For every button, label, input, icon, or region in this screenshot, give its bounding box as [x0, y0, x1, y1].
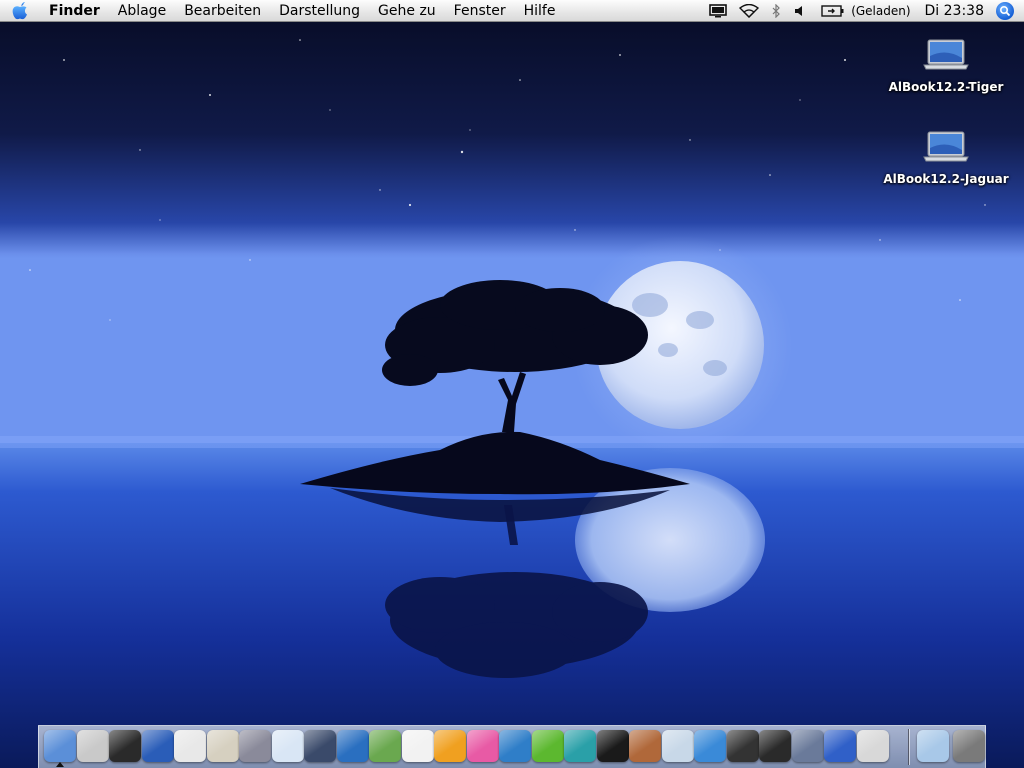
qmaster-icon[interactable]: [304, 730, 336, 762]
flash-icon[interactable]: [564, 730, 596, 762]
desktop-icon-label: AlBook12.2-Jaguar: [883, 172, 1009, 186]
laptop-icon: [923, 39, 969, 70]
itunes-icon[interactable]: [694, 730, 726, 762]
dvd-player-icon[interactable]: [726, 730, 759, 762]
desktop-icon-tiger[interactable]: AlBook12.2-Tiger: [881, 38, 1011, 94]
system-profiler-icon[interactable]: [76, 730, 109, 762]
menu-clock[interactable]: Di 23:38: [925, 3, 984, 19]
display-mirroring-icon[interactable]: [709, 0, 727, 22]
documents-folder-icon[interactable]: [917, 730, 949, 762]
menu-finder[interactable]: Finder: [40, 0, 109, 22]
dock-separator: [908, 729, 909, 765]
battery-icon[interactable]: [821, 0, 845, 22]
bluetooth-icon[interactable]: [771, 0, 781, 22]
yellow-figure-icon[interactable]: [824, 730, 856, 762]
trash-icon[interactable]: [953, 730, 985, 762]
menu-gehe-zu[interactable]: Gehe zu: [369, 0, 445, 22]
music-cd-icon[interactable]: [661, 730, 694, 762]
finder-icon[interactable]: [44, 730, 76, 762]
flower-app-icon[interactable]: [434, 730, 466, 762]
battery-status[interactable]: (Geladen): [851, 4, 910, 18]
textedit-icon[interactable]: [174, 730, 206, 762]
apple-icon[interactable]: [0, 0, 40, 22]
imovie-icon[interactable]: [759, 730, 791, 762]
spotlight-icon[interactable]: [996, 2, 1014, 20]
menu-fenster[interactable]: Fenster: [445, 0, 515, 22]
dock: [38, 725, 986, 768]
volume-icon[interactable]: [793, 0, 809, 22]
screen-sharing-icon[interactable]: [791, 730, 824, 762]
desktop-icon-jaguar[interactable]: AlBook12.2-Jaguar: [881, 130, 1011, 186]
wifi-icon[interactable]: [739, 0, 760, 22]
terminal-icon[interactable]: [109, 730, 141, 762]
fireworks-icon[interactable]: [369, 730, 401, 762]
menu-hilfe[interactable]: Hilfe: [515, 0, 565, 22]
laptop-icon: [923, 131, 969, 162]
menu-ablage[interactable]: Ablage: [109, 0, 175, 22]
feather-app-icon[interactable]: [499, 730, 531, 762]
butterfly-app-icon[interactable]: [466, 730, 499, 762]
desktop-wallpaper: [0, 0, 1024, 768]
chart-app-icon[interactable]: [271, 730, 304, 762]
menu-darstellung[interactable]: Darstellung: [270, 0, 369, 22]
menu-bearbeiten[interactable]: Bearbeiten: [175, 0, 270, 22]
graphic-tool-icon[interactable]: [239, 730, 271, 762]
acrobat-icon[interactable]: [401, 730, 434, 762]
server-admin-icon[interactable]: [856, 730, 889, 762]
camera-lens-icon[interactable]: [596, 730, 629, 762]
menu-bar: Finder Ablage Bearbeiten Darstellung Geh…: [0, 0, 1024, 22]
desktop-icon-label: AlBook12.2-Tiger: [888, 80, 1004, 94]
photo-app-icon[interactable]: [629, 730, 661, 762]
dreamweaver-dw-icon[interactable]: [531, 730, 564, 762]
running-indicator: [56, 762, 64, 767]
network-globe-icon[interactable]: [141, 730, 174, 762]
dreamweaver-icon[interactable]: [336, 730, 369, 762]
script-editor-icon[interactable]: [206, 730, 239, 762]
